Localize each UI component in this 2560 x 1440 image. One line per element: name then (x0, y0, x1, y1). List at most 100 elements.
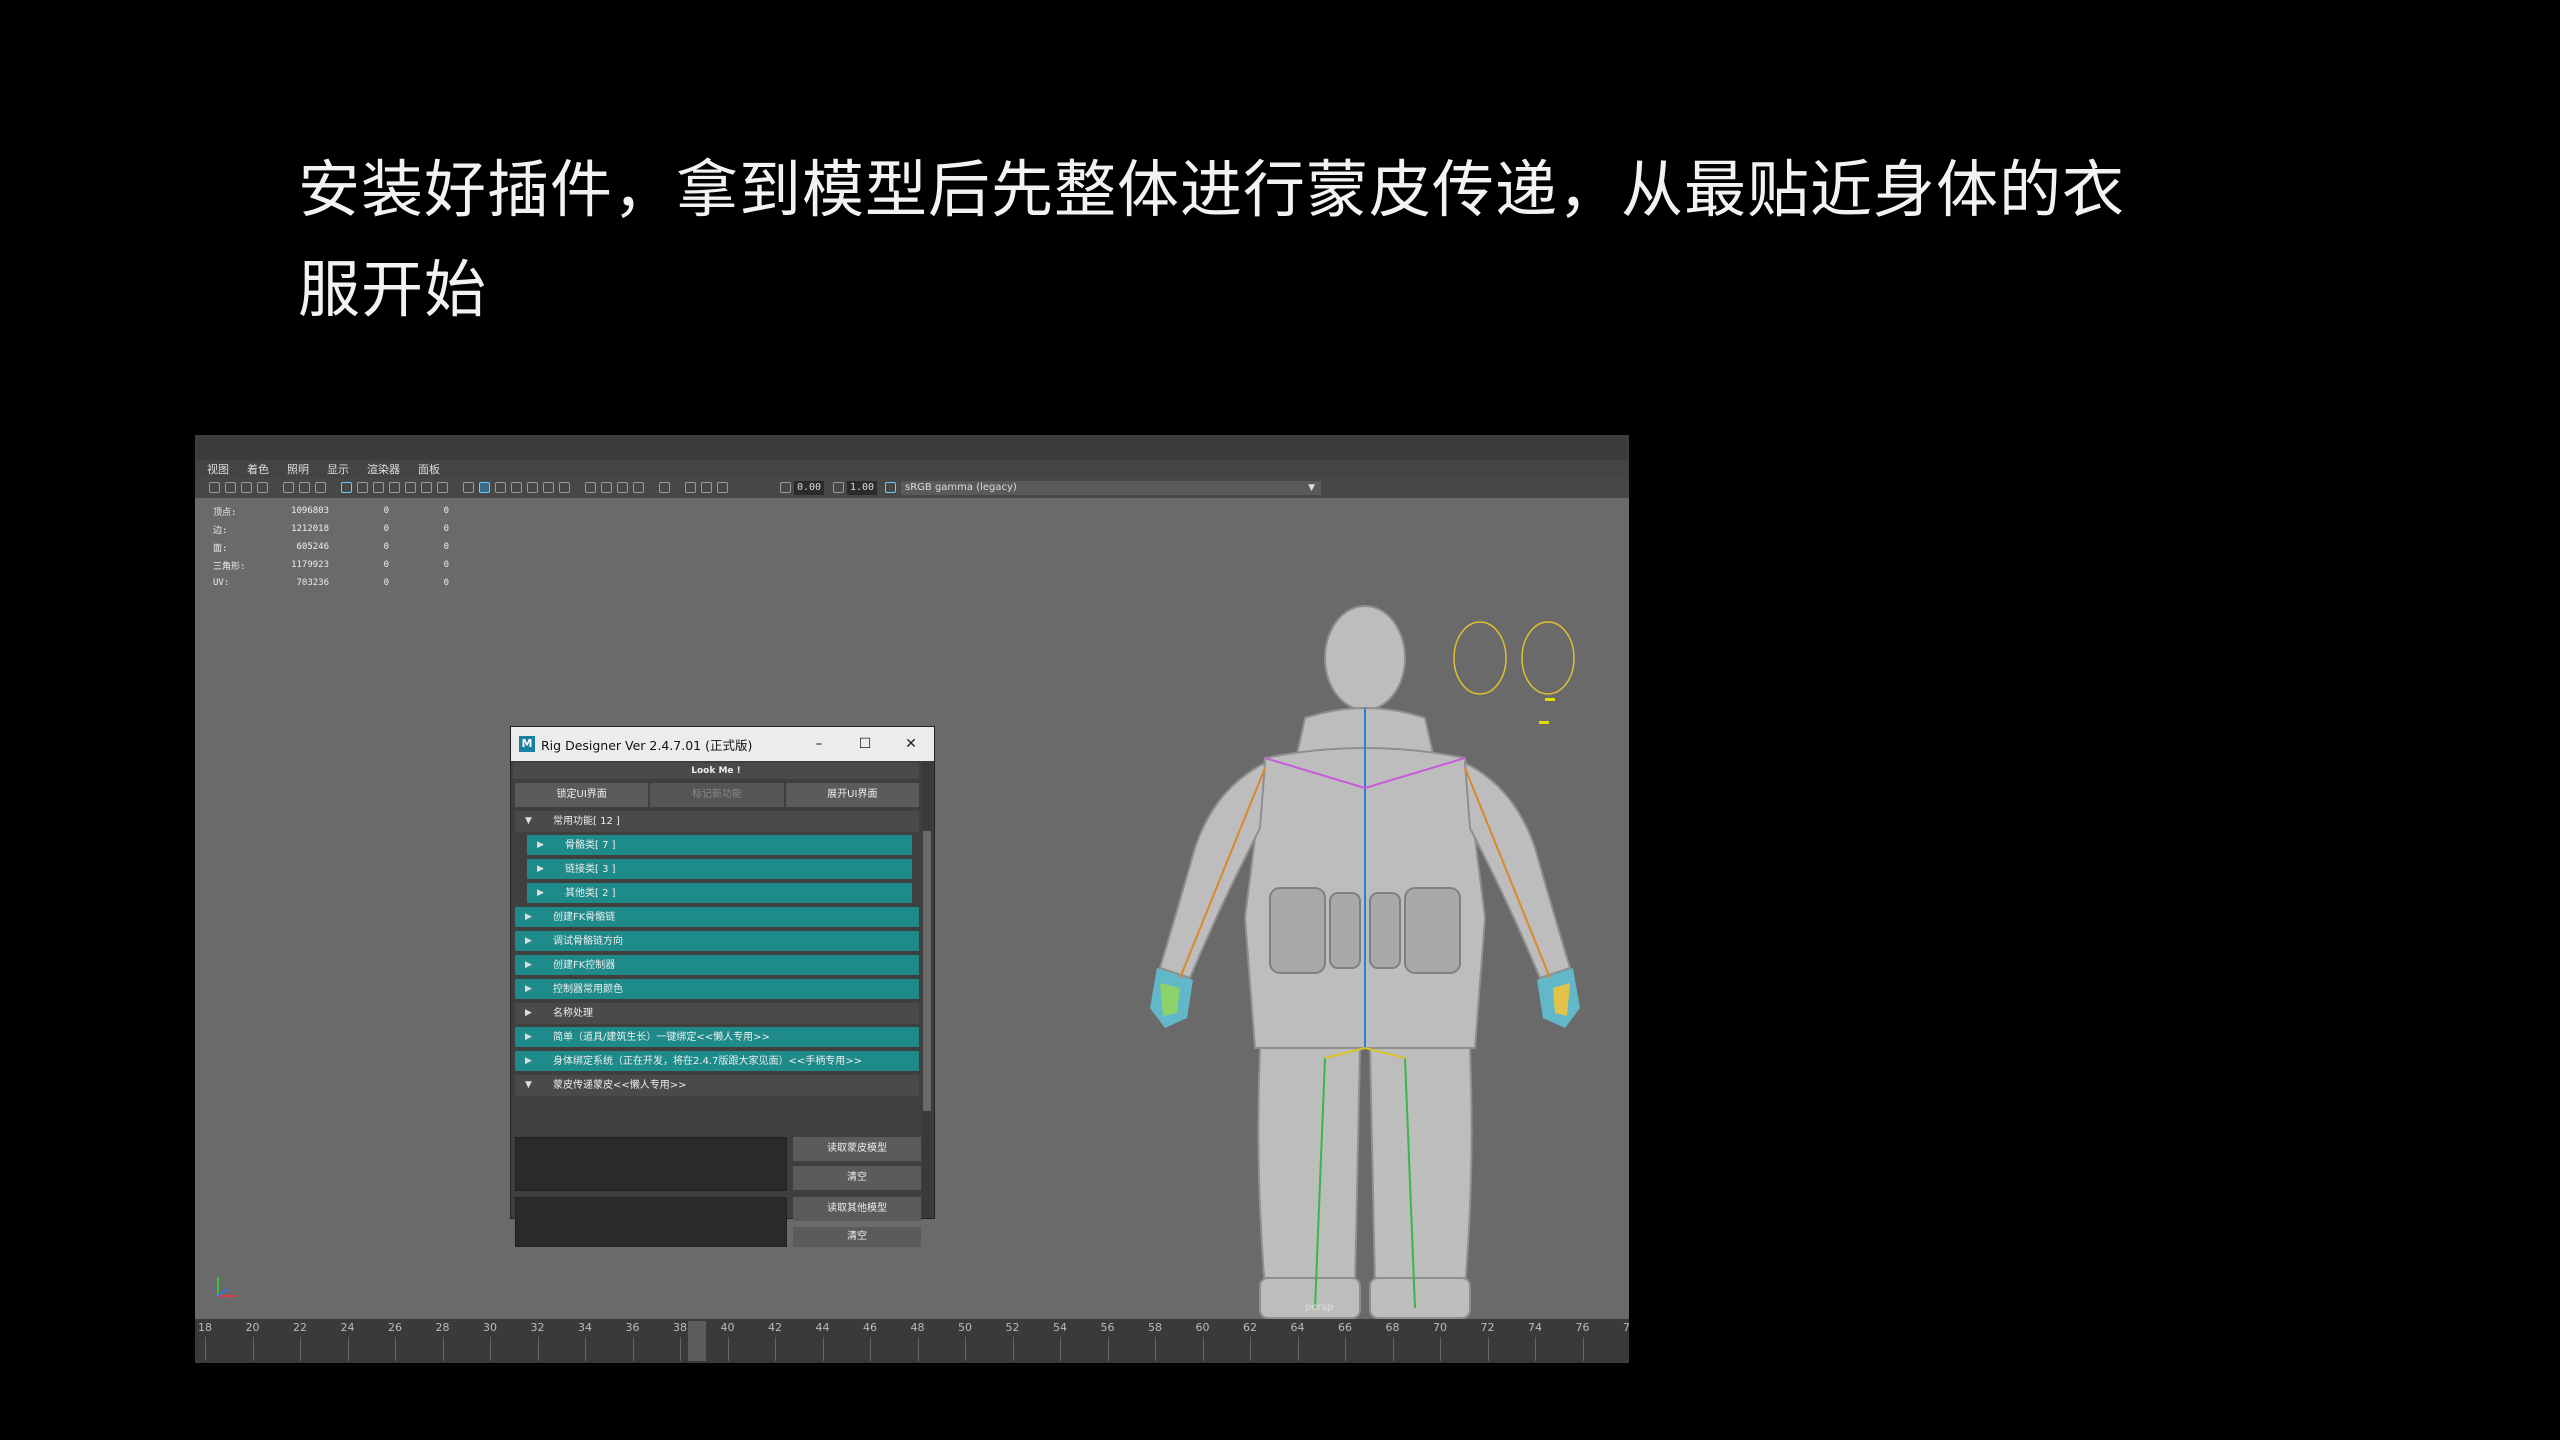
rig-feature-item[interactable]: ▶ 调试骨骼链方向 (515, 931, 919, 952)
time-tick-line (300, 1337, 301, 1361)
safe-title-icon[interactable] (437, 482, 448, 493)
menu-renderer[interactable]: 渲染器 (367, 461, 400, 477)
window-top-strip (195, 435, 1629, 460)
time-tick-line (965, 1337, 966, 1361)
time-tick-label: 46 (863, 1321, 877, 1334)
gamma-icon[interactable] (833, 482, 844, 493)
exposure-icon[interactable] (780, 482, 791, 493)
rig-feature-item[interactable]: ▶ 骨骼类[ 7 ] (527, 835, 912, 856)
menu-panels[interactable]: 面板 (418, 461, 440, 477)
expand-ui-button[interactable]: 展开UI界面 (785, 783, 919, 807)
menu-shading[interactable]: 着色 (247, 461, 269, 477)
shadows-icon[interactable] (559, 482, 570, 493)
rig-feature-item[interactable]: ▶ 链接类[ 3 ] (527, 859, 912, 880)
time-tick-line (205, 1337, 206, 1361)
maximize-button[interactable]: ☐ (842, 727, 888, 761)
wireframe-icon[interactable] (463, 482, 474, 493)
mark-new-features-button[interactable]: 标记新功能 (650, 783, 784, 807)
time-tick-label: 34 (578, 1321, 592, 1334)
color-space-dropdown[interactable]: sRGB gamma (legacy) ▼ (901, 481, 1321, 495)
close-button[interactable]: ✕ (888, 727, 934, 761)
time-tick-line (1535, 1337, 1536, 1361)
load-other-model-button[interactable]: 读取其他模型 (793, 1197, 921, 1221)
current-time-indicator[interactable] (688, 1321, 706, 1361)
rig-designer-titlebar[interactable]: M Rig Designer Ver 2.4.7.01 (正式版) – ☐ ✕ (511, 727, 934, 761)
lights-icon[interactable] (543, 482, 554, 493)
rig-feature-item[interactable]: ▶ 控制器常用颜色 (515, 979, 919, 1000)
triangle-right-icon: ▶ (525, 960, 532, 970)
bookmark-icon[interactable] (241, 482, 252, 493)
motion-blur-icon[interactable] (601, 482, 612, 493)
lock-ui-button[interactable]: 锁定UI界面 (515, 783, 649, 807)
rig-feature-label: 简单（道具/建筑生长）一键绑定<<懒人专用>> (553, 1032, 770, 1043)
rig-feature-item[interactable]: ▶ 创建FK控制器 (515, 955, 919, 976)
time-tick-line (537, 1337, 539, 1361)
camera-lock-icon[interactable] (717, 482, 728, 493)
time-tick-line (442, 1337, 444, 1361)
time-tick-line (1107, 1337, 1109, 1361)
time-tick-line (1155, 1337, 1156, 1361)
slide-title-line-1: 安装好插件，拿到模型后先整体进行蒙皮传递，从最贴近身体的衣 (298, 153, 2126, 226)
clear-other-button[interactable]: 清空 (793, 1227, 921, 1247)
skin-model-list[interactable] (515, 1137, 787, 1191)
rig-feature-item[interactable]: ▶ 简单（道具/建筑生长）一键绑定<<懒人专用>> (515, 1027, 919, 1048)
pen-icon[interactable] (315, 482, 326, 493)
rig-feature-label: 蒙皮传递蒙皮<<懒人专用>> (553, 1080, 687, 1091)
minimize-button[interactable]: – (796, 727, 842, 761)
isolate-select-icon[interactable] (659, 482, 670, 493)
depth-of-field-icon[interactable] (633, 482, 644, 493)
field-chart-icon[interactable] (405, 482, 416, 493)
menu-lighting[interactable]: 照明 (287, 461, 309, 477)
time-tick-label: 76 (1575, 1321, 1590, 1334)
menu-show[interactable]: 显示 (327, 461, 349, 477)
time-tick-label: 40 (720, 1321, 735, 1334)
resolution-gate-icon[interactable] (373, 482, 384, 493)
rig-feature-item[interactable]: ▼ 常用功能[ 12 ] (515, 811, 919, 832)
rig-feature-item[interactable]: ▶ 名称处理 (515, 1003, 919, 1024)
grease-pencil-icon[interactable] (283, 482, 294, 493)
time-tick-line (917, 1337, 919, 1361)
xray-icon[interactable] (527, 482, 538, 493)
exposure-field[interactable]: 0.00 (794, 481, 824, 495)
look-me-banner[interactable]: Look Me ! (513, 763, 919, 779)
rig-feature-item[interactable]: ▼ 蒙皮传递蒙皮<<懒人专用>> (515, 1075, 919, 1096)
other-model-list[interactable] (515, 1197, 787, 1247)
hud-value: 0 (443, 542, 449, 552)
wireframe-on-shaded-icon[interactable] (511, 482, 522, 493)
film-gate-icon[interactable] (357, 482, 368, 493)
time-slider[interactable]: 18 20 22 24 26 28 30 32 34 36 38 40 42 44 46 48 50 52 54 56… (195, 1319, 1629, 1363)
snapshot-icon[interactable] (299, 482, 310, 493)
safe-action-icon[interactable] (421, 482, 432, 493)
triangle-right-icon: ▶ (537, 864, 544, 874)
scrollbar-thumb[interactable] (923, 831, 931, 1111)
time-tick-line (1345, 1337, 1346, 1361)
gate-mask-icon[interactable] (389, 482, 400, 493)
smooth-shade-icon[interactable] (479, 482, 490, 493)
time-tick-line (1392, 1337, 1394, 1361)
time-tick-line (1202, 1337, 1204, 1361)
grid-icon[interactable] (341, 482, 352, 493)
camera-attributes-icon[interactable] (225, 482, 236, 493)
menu-view[interactable]: 视图 (207, 461, 229, 477)
antialias-icon[interactable] (617, 482, 628, 493)
color-management-icon[interactable] (885, 482, 896, 493)
gamma-field[interactable]: 1.00 (847, 481, 877, 495)
time-tick-label: 60 (1195, 1321, 1210, 1334)
character-model[interactable] (965, 588, 1629, 1328)
load-skin-model-button[interactable]: 读取蒙皮模型 (793, 1137, 921, 1161)
rig-feature-item[interactable]: ▶ 创建FK骨骼链 (515, 907, 919, 928)
rig-feature-item[interactable]: ▶ 身体绑定系统（正在开发，将在2.4.7版跟大家见面）<<手柄专用>> (515, 1051, 919, 1072)
3d-viewport[interactable]: 顶点: 1096803 0 0 边: 1212018 0 0 面: 605246 0 0 三角形:… (195, 498, 1629, 1319)
xray-components-icon[interactable] (701, 482, 712, 493)
rig-feature-item[interactable]: ▶ 其他类[ 2 ] (527, 883, 912, 904)
xray-joints-icon[interactable] (685, 482, 696, 493)
flat-shade-icon[interactable] (495, 482, 506, 493)
vertical-scrollbar[interactable] (922, 761, 932, 1218)
hud-label: UV: (213, 578, 230, 588)
time-tick-label: 26 (388, 1321, 402, 1334)
image-plane-icon[interactable] (257, 482, 268, 493)
clear-skin-button[interactable]: 清空 (793, 1166, 921, 1190)
hud-label: 顶点: (213, 507, 237, 518)
ambient-occlusion-icon[interactable] (585, 482, 596, 493)
camera-icon[interactable] (209, 482, 220, 493)
